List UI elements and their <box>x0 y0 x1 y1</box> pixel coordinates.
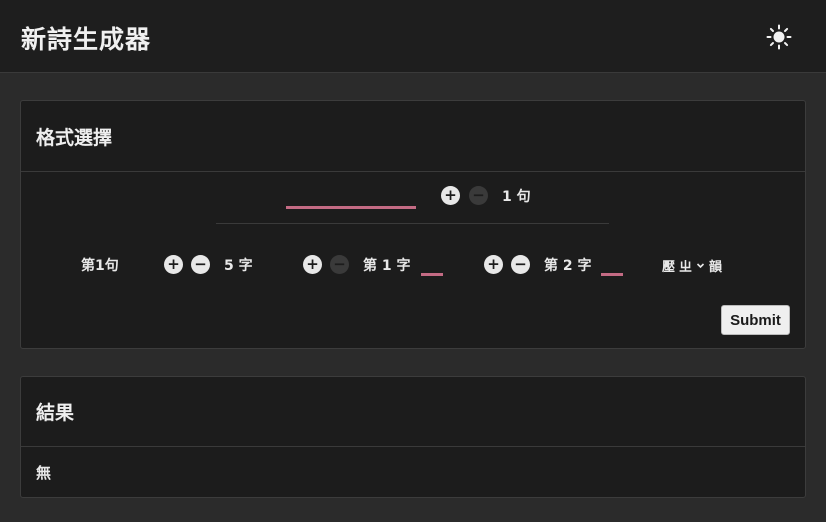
plus-icon: + <box>444 186 457 204</box>
add-rhyme-position-button[interactable]: + <box>303 255 322 274</box>
row-label: 第1句 <box>81 258 119 274</box>
result-card: 結果 <box>20 376 806 498</box>
minus-icon: − <box>514 255 527 273</box>
add-rhyme-position-button[interactable]: + <box>484 255 503 274</box>
app-title: 新詩生成器 <box>21 25 152 54</box>
rhyme-selected-value: ㄓ <box>679 259 693 275</box>
title-input-underline[interactable] <box>286 206 416 209</box>
result-text: 無 <box>36 464 52 482</box>
result-card-title: 結果 <box>21 377 805 447</box>
format-card-title: 格式選擇 <box>21 101 805 172</box>
remove-rhyme-position-button[interactable]: − <box>511 255 530 274</box>
rhyme-position-input-underline[interactable] <box>601 273 623 276</box>
minus-icon: − <box>472 186 485 204</box>
remove-rhyme-position-button[interactable]: − <box>330 255 349 274</box>
remove-char-button[interactable]: − <box>191 255 210 274</box>
section-divider <box>216 223 609 224</box>
rhyme-suffix: 韻 <box>709 259 723 275</box>
format-card: 格式選擇 <box>20 100 806 349</box>
add-line-button[interactable]: + <box>441 186 460 205</box>
rhyme-prefix: 壓 <box>662 259 676 275</box>
plus-icon: + <box>487 255 500 273</box>
minus-icon: − <box>333 255 346 273</box>
submit-button[interactable]: Submit <box>721 305 790 335</box>
sun-icon <box>766 24 792 50</box>
rhyme-position-input-underline[interactable] <box>421 273 443 276</box>
top-bar: 新詩生成器 <box>0 0 826 73</box>
add-char-button[interactable]: + <box>164 255 183 274</box>
line-count-label: 1 句 <box>502 189 531 205</box>
rhyme-position-label: 第 2 字 <box>544 258 592 274</box>
chevron-down-icon <box>696 262 705 268</box>
remove-line-button[interactable]: − <box>469 186 488 205</box>
plus-icon: + <box>167 255 180 273</box>
char-count-label: 5 字 <box>224 258 253 274</box>
theme-toggle-button[interactable] <box>764 22 794 52</box>
rhyme-select[interactable]: 壓 ㄓ 韻 <box>662 255 722 275</box>
minus-icon: − <box>194 255 207 273</box>
rhyme-position-label: 第 1 字 <box>363 258 411 274</box>
plus-icon: + <box>306 255 319 273</box>
